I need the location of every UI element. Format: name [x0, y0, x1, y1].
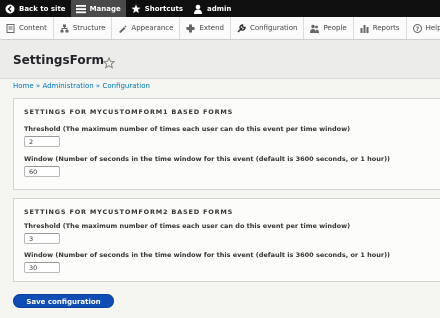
- tray-item-label: People: [323, 24, 347, 32]
- tray-item-structure[interactable]: Structure: [54, 17, 113, 39]
- tray-item-help[interactable]: ? Help: [407, 17, 440, 39]
- breadcrumb-administration-link[interactable]: Administration: [42, 82, 93, 90]
- tray-item-label: Structure: [72, 24, 106, 32]
- threshold-input[interactable]: 2: [24, 136, 60, 147]
- window-input[interactable]: 30: [24, 262, 60, 273]
- user-tab[interactable]: admin: [188, 0, 236, 17]
- tray-item-label: Content: [19, 24, 47, 32]
- breadcrumb-home-link[interactable]: Home: [13, 82, 34, 90]
- back-to-site-label: Back to site: [19, 4, 66, 13]
- user-icon: [193, 4, 203, 14]
- breadcrumb-separator: »: [95, 82, 101, 90]
- help-icon: ?: [412, 23, 422, 33]
- tray-item-reports[interactable]: Reports: [354, 17, 407, 39]
- mycustomform2-fieldset: SETTINGS FOR MYCUSTOMFORM2 BASED FORMS T…: [13, 198, 440, 282]
- window-label: Window (Number of seconds in the time wi…: [24, 251, 391, 259]
- fieldset-legend: SETTINGS FOR MYCUSTOMFORM1 BASED FORMS: [24, 108, 234, 116]
- tray-item-appearance[interactable]: Appearance: [112, 17, 181, 39]
- manage-tab[interactable]: Manage: [70, 0, 126, 17]
- tray-item-label: Appearance: [131, 24, 174, 32]
- admin-tray: Content Structure Appearance Extend Conf…: [0, 17, 440, 40]
- reports-icon: [360, 24, 369, 33]
- people-icon: [310, 24, 320, 33]
- threshold-label: Threshold (The maximum number of times e…: [24, 222, 351, 230]
- extend-icon: [186, 24, 195, 33]
- structure-icon: [60, 24, 69, 33]
- threshold-label: Threshold (The maximum number of times e…: [24, 125, 351, 133]
- page-title: SettingsForm: [13, 53, 105, 67]
- tray-item-label: Configuration: [249, 24, 298, 32]
- breadcrumb: Home » Administration » Configuration: [13, 82, 150, 90]
- tray-item-label: Help: [425, 24, 440, 32]
- svg-text:?: ?: [415, 26, 419, 33]
- appearance-icon: [118, 24, 127, 33]
- wrench-icon: [237, 23, 246, 33]
- breadcrumb-separator: »: [35, 82, 41, 90]
- back-to-site-link[interactable]: Back to site: [0, 0, 71, 17]
- tray-item-content[interactable]: Content: [0, 17, 54, 39]
- window-input[interactable]: 60: [24, 166, 60, 177]
- admin-toolbar: Back to site Manage Shortcuts admin: [0, 0, 440, 17]
- mycustomform1-fieldset: SETTINGS FOR MYCUSTOMFORM1 BASED FORMS T…: [13, 98, 440, 190]
- threshold-input[interactable]: 3: [24, 233, 60, 244]
- tray-item-label: Reports: [372, 24, 400, 32]
- window-label: Window (Number of seconds in the time wi…: [24, 155, 391, 163]
- shortcut-star-icon[interactable]: [102, 54, 116, 69]
- content-icon: [6, 23, 15, 33]
- tray-item-people[interactable]: People: [304, 17, 354, 39]
- back-arrow-icon: [5, 4, 15, 14]
- manage-label: Manage: [89, 4, 121, 13]
- tray-item-label: Extend: [199, 24, 224, 32]
- save-configuration-button[interactable]: Save configuration: [13, 294, 114, 308]
- menu-icon: [75, 4, 86, 14]
- tray-item-extend[interactable]: Extend: [180, 17, 231, 39]
- shortcuts-tab[interactable]: Shortcuts: [126, 0, 188, 17]
- breadcrumb-configuration-link[interactable]: Configuration: [102, 82, 149, 90]
- shortcuts-label: Shortcuts: [144, 4, 183, 13]
- star-icon: [131, 4, 141, 14]
- tray-item-configuration[interactable]: Configuration: [231, 17, 305, 39]
- fieldset-legend: SETTINGS FOR MYCUSTOMFORM2 BASED FORMS: [24, 208, 234, 216]
- user-label: admin: [207, 4, 232, 13]
